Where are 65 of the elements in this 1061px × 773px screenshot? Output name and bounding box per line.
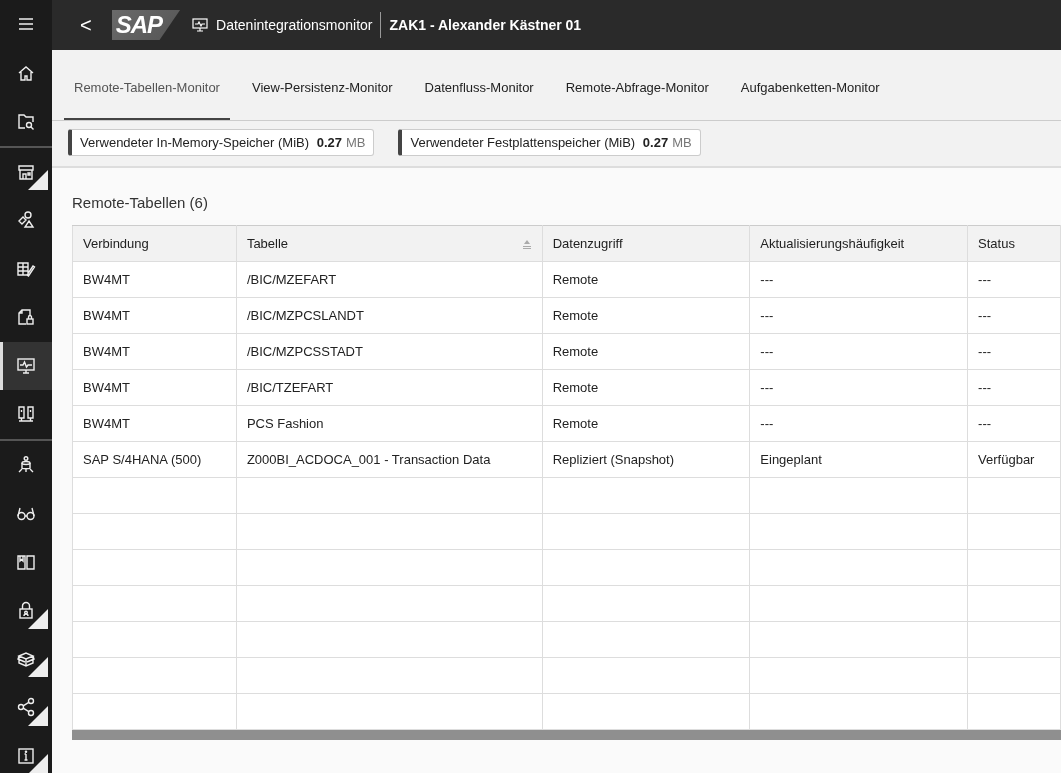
table-cell: BW4MT — [72, 405, 237, 442]
table-cell: /BIC/MZPCSLANDT — [236, 297, 543, 334]
table-title: Remote-Tabellen (6) — [72, 193, 209, 213]
back-button[interactable]: < — [74, 13, 98, 37]
table-cell: Verfügbar — [967, 441, 1061, 478]
table-cell: BW4MT — [72, 297, 237, 334]
table-cell: /BIC/TZEFART — [236, 369, 543, 406]
monitor-icon — [16, 355, 36, 376]
table-cell: --- — [967, 369, 1061, 406]
tab[interactable]: Datenfluss-Monitor — [414, 50, 544, 120]
share-icon — [16, 697, 36, 718]
corner-triangle-icon — [28, 705, 48, 726]
table-cell: PCS Fashion — [236, 405, 543, 442]
tab[interactable]: Aufgabenketten-Monitor — [730, 50, 890, 120]
file-lock-icon — [16, 307, 36, 328]
table-cell: --- — [967, 297, 1061, 334]
info-icon — [16, 745, 36, 766]
space-title: ZAK1 - Alexander Kästner 01 — [389, 17, 582, 33]
corner-triangle-icon — [28, 657, 48, 677]
table-cell: BW4MT — [72, 333, 237, 370]
shapes-icon — [16, 210, 36, 231]
sidebar-item[interactable] — [0, 341, 52, 390]
table-cell: Remote — [542, 261, 750, 298]
tab[interactable]: Remote-Abfrage-Monitor — [555, 50, 719, 120]
column-header[interactable]: Datenzugriff — [542, 225, 750, 262]
table-cell: BW4MT — [72, 369, 237, 406]
column-header[interactable]: Aktualisierungshäufigkeit — [749, 225, 968, 262]
metric-tile: Verwendeter In-Memory-Speicher (MiB) 0.27 MB — [68, 129, 375, 156]
table-cell: Repliziert (Snapshot) — [542, 441, 750, 478]
table-cell: Remote — [542, 297, 750, 334]
column-header[interactable]: Verbindung — [72, 225, 237, 262]
table-cell: /BIC/MZPCSSTADT — [236, 333, 543, 370]
table-cell: Eingeplant — [749, 441, 968, 478]
table-cell: SAP S/4HANA (500) — [72, 441, 237, 478]
corner-triangle-icon — [28, 170, 48, 190]
table-cell: --- — [967, 261, 1061, 298]
table-cell: Remote — [542, 369, 750, 406]
table-cell: Remote — [542, 405, 750, 442]
database-icon — [16, 454, 36, 475]
corner-triangle-icon — [28, 754, 48, 773]
table-cell: --- — [749, 405, 968, 442]
table-cell: --- — [967, 333, 1061, 370]
table-cell: BW4MT — [72, 261, 237, 298]
folder-search-icon — [16, 111, 36, 132]
horizontal-scrollbar[interactable] — [72, 730, 1061, 740]
table-cell: --- — [749, 261, 968, 298]
table-cell: --- — [749, 369, 968, 406]
tab[interactable]: View-Persistenz-Monitor — [241, 50, 403, 120]
table-cell: Remote — [542, 333, 750, 370]
table-cell: Z000BI_ACDOCA_001 - Transaction Data — [236, 441, 543, 478]
logo: SAP — [111, 10, 181, 40]
corner-triangle-icon — [28, 608, 48, 629]
lock-icon — [16, 600, 36, 621]
column-label: Tabelle — [246, 236, 289, 251]
metric-tile: Verwendeter Festplattenspeicher (MiB) 0.27 MB — [398, 129, 701, 156]
server-rack-icon — [16, 404, 36, 425]
table-cell: --- — [749, 333, 968, 370]
table-cell: /BIC/MZEFART — [236, 261, 543, 298]
column-header[interactable]: Tabelle — [236, 225, 543, 262]
table-cell: --- — [967, 405, 1061, 442]
column-header[interactable]: Status — [967, 225, 1061, 262]
table-cell: --- — [749, 297, 968, 334]
monitor-icon — [192, 18, 209, 32]
sort-icon — [521, 238, 532, 249]
app-title: Datenintegrationsmonitor — [216, 12, 382, 38]
